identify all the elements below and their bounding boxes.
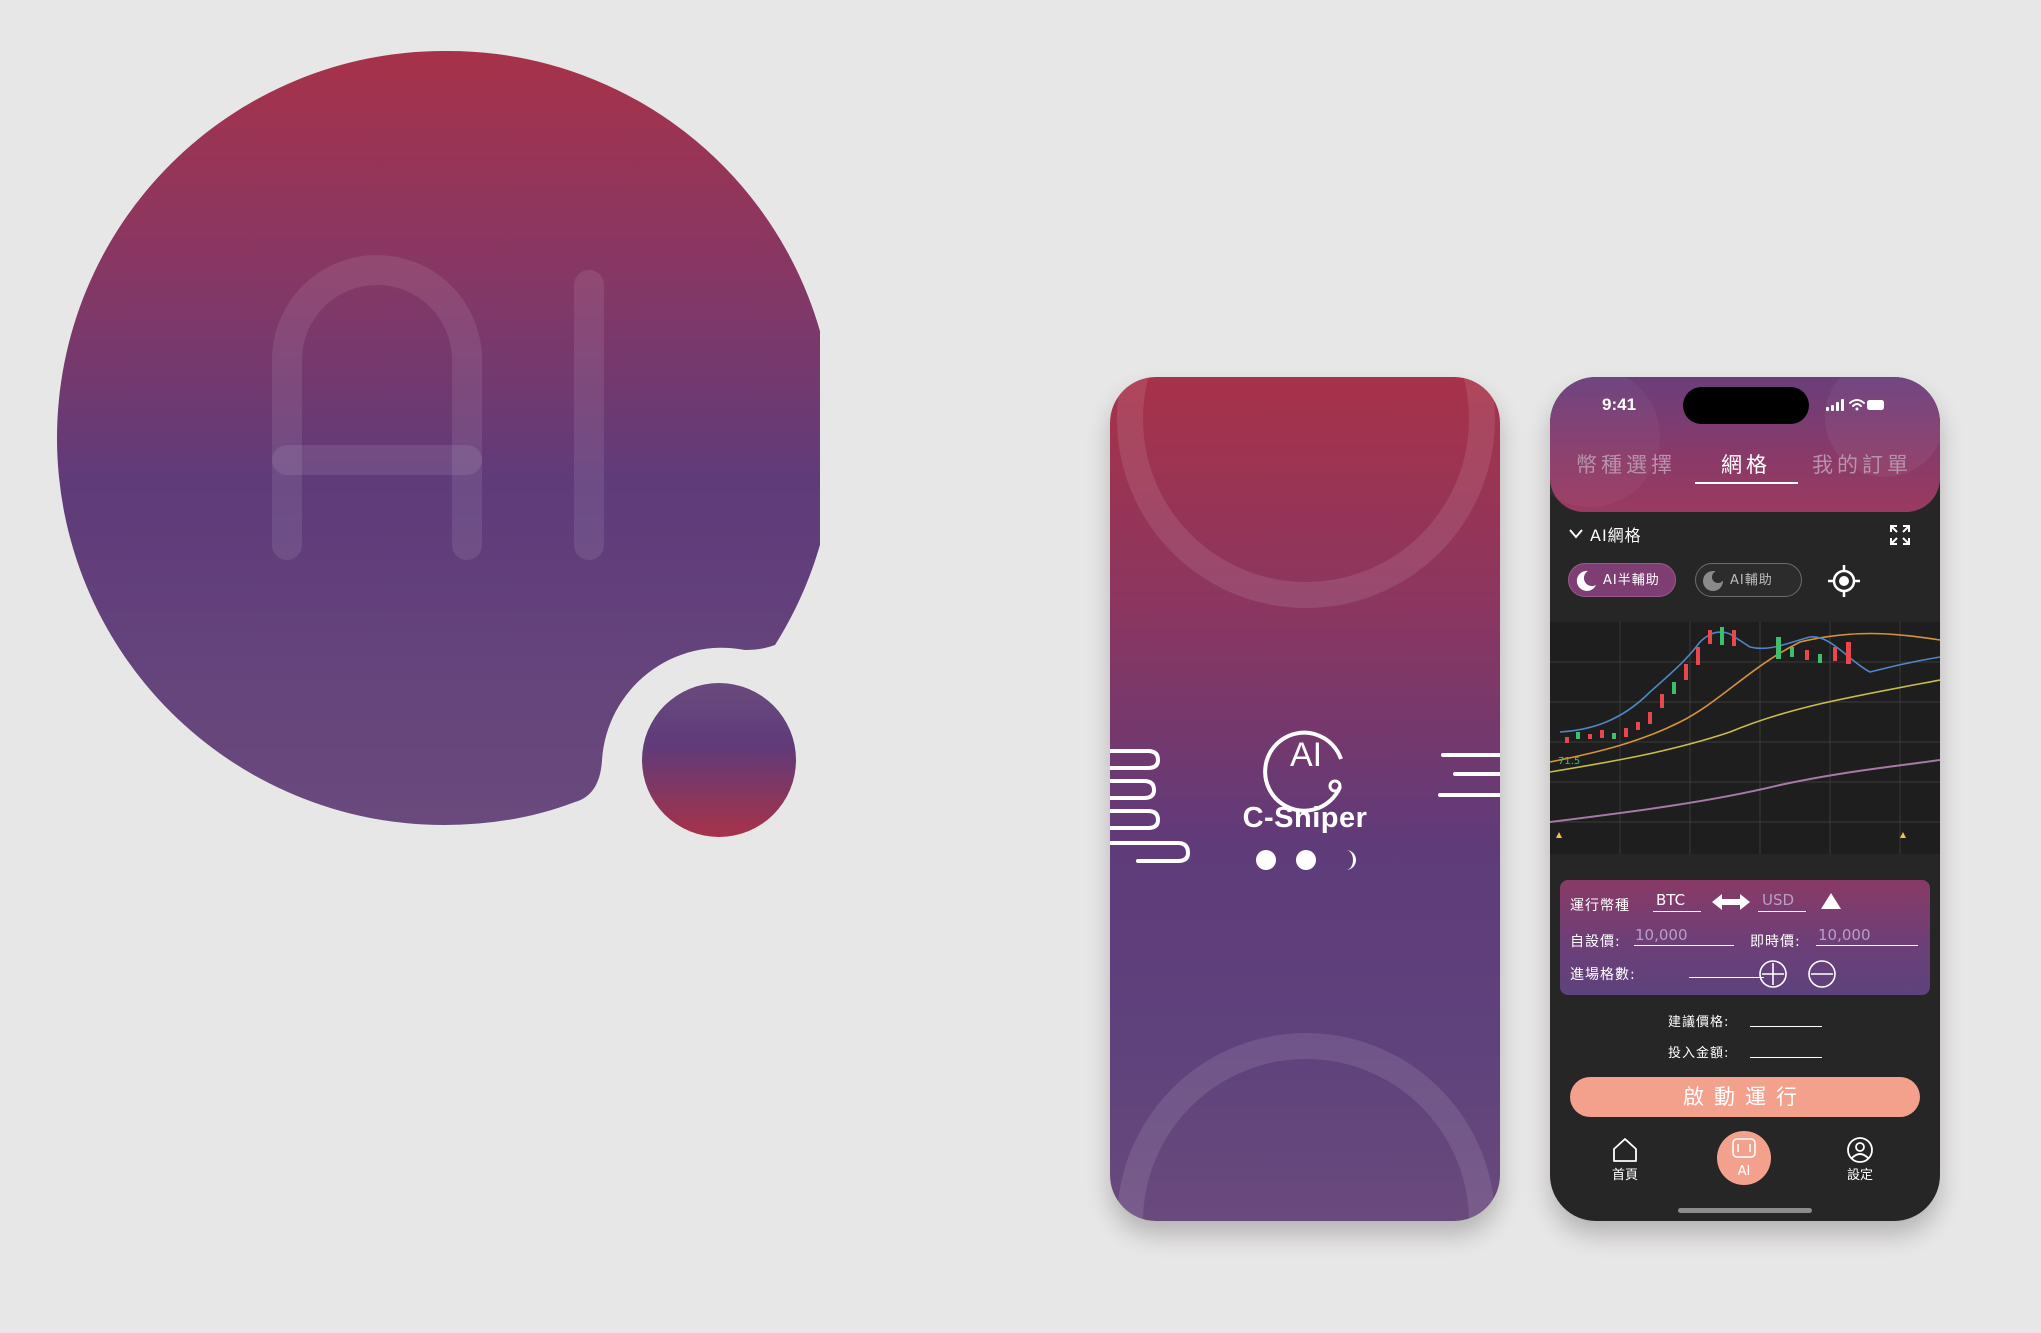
- motion-lines-right-icon: [1438, 753, 1500, 797]
- tab-bar: 幣種選擇 網格 我的訂單: [1550, 449, 1940, 485]
- quote-coin-select[interactable]: USD: [1762, 891, 1794, 909]
- app-name: C-Sniper: [1242, 802, 1368, 834]
- home-indicator: [1678, 1208, 1812, 1213]
- grid-trading-screen: 9:41 幣種選擇 網格 我的訂單 AI網格 AI半輔助 AI輔助 71.5 運…: [1550, 377, 1940, 1221]
- home-icon[interactable]: [1611, 1137, 1639, 1163]
- ai-icon: [1732, 1138, 1756, 1158]
- fullscreen-icon[interactable]: [1888, 523, 1912, 547]
- moon-icon: [1576, 570, 1596, 591]
- app-header: 9:41 幣種選擇 網格 我的訂單: [1550, 377, 1940, 512]
- invest-amount-label: 投入金額:: [1668, 1046, 1730, 1061]
- nav-settings-label[interactable]: 設定: [1830, 1164, 1890, 1183]
- tab-my-orders[interactable]: 我的訂單: [1812, 449, 1912, 479]
- tab-active-indicator: [1695, 482, 1798, 484]
- locate-target-icon[interactable]: [1827, 564, 1861, 598]
- tab-coin-select[interactable]: 幣種選擇: [1576, 449, 1676, 479]
- quote-underline: [1758, 911, 1806, 912]
- splash-logo-icon: AI: [1263, 730, 1343, 813]
- live-price-value: 10,000: [1818, 926, 1871, 944]
- price-chart[interactable]: 71.5: [1550, 622, 1940, 854]
- nav-ai-label[interactable]: AI: [1714, 1164, 1774, 1179]
- splash-logo-text: AI: [1290, 736, 1322, 774]
- pair-label: 運行幣種: [1570, 898, 1630, 914]
- custom-price-underline: [1634, 945, 1734, 946]
- logo-small-circle: [642, 683, 796, 837]
- half-moon-icon: [1703, 571, 1724, 591]
- tab-grid[interactable]: 網格: [1721, 449, 1771, 479]
- mode-semi-label: AI半輔助: [1603, 573, 1660, 588]
- plus-circle-icon[interactable]: [1758, 959, 1788, 989]
- invest-amount-input[interactable]: [1750, 1057, 1822, 1058]
- suggest-price-label: 建議價格:: [1668, 1015, 1730, 1030]
- mode-assist-label: AI輔助: [1730, 573, 1773, 588]
- status-time: 9:41: [1602, 395, 1637, 414]
- chart-price-tag: 71.5: [1558, 756, 1580, 767]
- minus-circle-icon[interactable]: [1807, 959, 1837, 989]
- triangle-up-icon[interactable]: [1820, 892, 1842, 910]
- base-underline: [1653, 911, 1701, 912]
- splash-decor: AI: [1110, 377, 1500, 1221]
- custom-price-input[interactable]: 10,000: [1635, 926, 1688, 944]
- battery-icon: [1867, 400, 1884, 410]
- dynamic-island: [1683, 387, 1809, 424]
- start-button[interactable]: 啟動運行: [1570, 1077, 1920, 1117]
- parameter-panel: 運行幣種 BTC USD 自設價: 10,000 即時價: 10,000 進場格…: [1560, 880, 1930, 995]
- brand-logo: [57, 50, 820, 837]
- grid-count-label: 進場格數:: [1570, 967, 1636, 983]
- splash-screen: AI C-Sniper: [1110, 377, 1500, 1221]
- user-icon[interactable]: [1846, 1136, 1874, 1164]
- custom-price-label: 自設價:: [1570, 934, 1621, 950]
- live-price-underline: [1816, 945, 1918, 946]
- swap-arrows-icon[interactable]: [1712, 892, 1750, 912]
- section-title: AI網格: [1590, 526, 1642, 545]
- loading-dots-icon: [1256, 850, 1356, 870]
- nav-home-label[interactable]: 首頁: [1595, 1164, 1655, 1183]
- base-coin-select[interactable]: BTC: [1656, 891, 1685, 909]
- signal-icon: [1826, 399, 1844, 411]
- chevron-down-icon[interactable]: [1568, 527, 1584, 541]
- wifi-icon: [1849, 399, 1865, 411]
- grid-count-input[interactable]: [1689, 977, 1764, 978]
- live-price-label: 即時價:: [1750, 934, 1801, 950]
- suggest-price-value: [1750, 1026, 1822, 1027]
- status-icons: [1826, 399, 1884, 411]
